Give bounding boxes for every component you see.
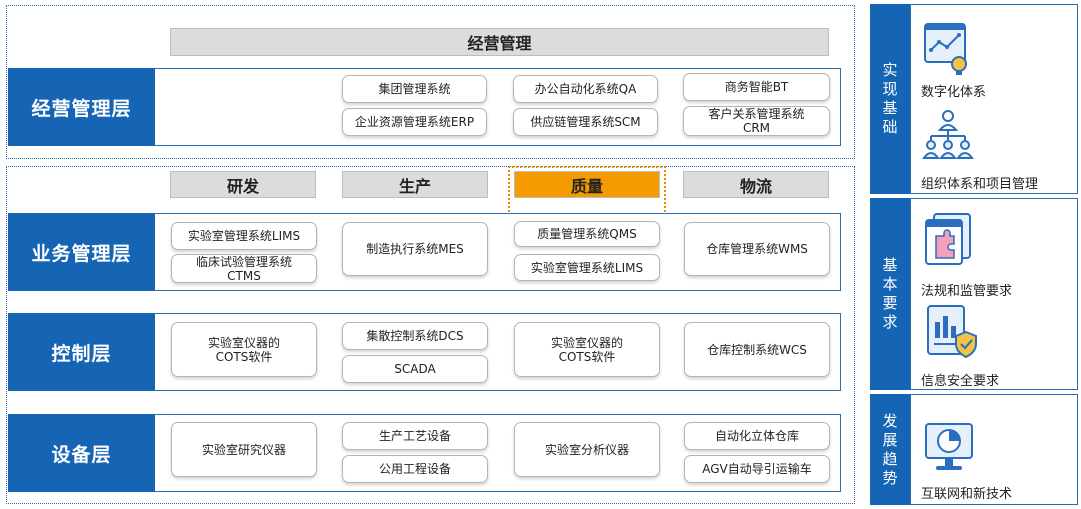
business-management-header: 经营管理 [170, 28, 829, 56]
agv-vehicle[interactable]: AGV自动导引运输车 [684, 455, 830, 483]
business-intelligence-system[interactable]: 商务智能BT [683, 73, 830, 101]
wms-system[interactable]: 仓库管理系统WMS [684, 222, 830, 276]
scada-system[interactable]: SCADA [342, 355, 488, 383]
lims-system-rnd[interactable]: 实验室管理系统LIMS [171, 222, 317, 250]
side-tab-trends: 发展趋势 [870, 394, 910, 505]
mes-system[interactable]: 制造执行系统MES [342, 222, 488, 276]
cots-software-quality[interactable]: 实验室仪器的 COTS软件 [514, 322, 660, 377]
monitor-chart-icon [922, 420, 978, 476]
digital-system-caption: 数字化体系 [921, 85, 987, 100]
column-header-production: 生产 [342, 171, 488, 198]
wcs-system[interactable]: 仓库控制系统WCS [684, 322, 830, 377]
info-security-caption: 信息安全要求 [921, 374, 1000, 389]
ctms-system[interactable]: 临床试验管理系统 CTMS [171, 254, 317, 283]
office-automation-system[interactable]: 办公自动化系统QA [513, 75, 658, 103]
business-layer-label: 业务管理层 [8, 213, 155, 291]
lab-research-instruments[interactable]: 实验室研究仪器 [171, 422, 317, 477]
automated-warehouse[interactable]: 自动化立体仓库 [684, 422, 830, 450]
cots-software-rnd[interactable]: 实验室仪器的 COTS软件 [171, 322, 317, 377]
scm-system[interactable]: 供应链管理系统SCM [513, 108, 658, 136]
lims-system-quality[interactable]: 实验室管理系统LIMS [514, 254, 660, 281]
org-project-caption: 组织体系和项目管理 [921, 177, 1039, 192]
business-management-layer-label: 经营管理层 [8, 68, 155, 146]
lab-analysis-instruments[interactable]: 实验室分析仪器 [514, 422, 660, 477]
erp-system[interactable]: 企业资源管理系统ERP [342, 108, 487, 136]
column-header-logistics: 物流 [683, 171, 829, 198]
security-icon [922, 302, 978, 362]
org-chart-icon [922, 108, 974, 164]
regulation-icon [922, 210, 974, 266]
process-equipment[interactable]: 生产工艺设备 [342, 422, 488, 450]
control-layer-label: 控制层 [8, 313, 155, 391]
group-management-system[interactable]: 集团管理系统 [342, 75, 487, 103]
utility-equipment[interactable]: 公用工程设备 [342, 455, 488, 483]
analytics-icon [921, 20, 971, 78]
side-tab-requirements: 基本要求 [870, 198, 910, 390]
side-tab-basis: 实现基础 [870, 4, 910, 194]
device-layer-label: 设备层 [8, 414, 155, 492]
internet-tech-caption: 互联网和新技术 [921, 487, 1013, 502]
regulation-caption: 法规和监管要求 [921, 284, 1013, 299]
crm-system[interactable]: 客户关系管理系统 CRM [683, 106, 830, 136]
qms-system[interactable]: 质量管理系统QMS [514, 221, 660, 247]
dcs-system[interactable]: 集散控制系统DCS [342, 322, 488, 350]
column-header-rnd: 研发 [170, 171, 316, 198]
